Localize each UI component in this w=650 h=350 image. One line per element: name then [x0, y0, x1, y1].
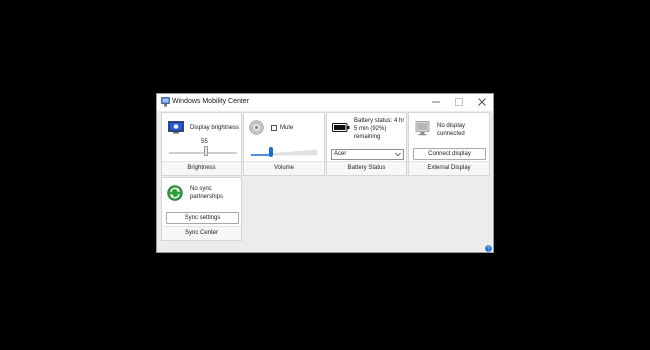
volume-slider-track[interactable] [251, 149, 317, 157]
battery-icon [332, 123, 350, 132]
window-title: Windows Mobility Center [172, 98, 250, 105]
sync-footer: Sync Center [162, 226, 241, 240]
mute-label: Mute [280, 125, 294, 131]
external-display-icon [415, 121, 430, 136]
chevron-down-icon [395, 152, 401, 157]
sync-status-text: No sync partnerships [190, 186, 224, 200]
brightness-footer: Brightness [162, 161, 241, 175]
external-display-tile: No display connected Connect display Ext… [408, 112, 490, 176]
display-footer: External Display [409, 161, 489, 175]
minimize-icon [432, 101, 440, 102]
brightness-value: 55 [201, 139, 208, 145]
power-plan-value: Acer [334, 151, 347, 157]
maximize-button[interactable] [448, 94, 470, 109]
title-bar[interactable]: Windows Mobility Center [157, 94, 493, 111]
brightness-label: Display brightness [190, 125, 240, 131]
sync-settings-button[interactable]: Sync settings [166, 212, 239, 224]
battery-footer: Battery Status [327, 161, 406, 175]
volume-footer: Volume [244, 161, 324, 175]
power-plan-dropdown[interactable]: Acer [331, 149, 404, 160]
brightness-slider-thumb[interactable] [204, 146, 209, 156]
battery-tile: Battery status: 4 hr 5 min (92%) remaini… [326, 112, 407, 176]
sync-center-tile: No sync partnerships Sync settings Sync … [161, 177, 242, 241]
display-brightness-icon [168, 121, 184, 134]
volume-tile: Mute Volume [243, 112, 325, 176]
brightness-tile: Display brightness 55 Brightness [161, 112, 242, 176]
mobility-center-app-icon [161, 97, 170, 107]
mute-checkbox[interactable] [271, 125, 277, 131]
connect-display-button[interactable]: Connect display [413, 148, 486, 160]
battery-status-text: Battery status: 4 hr 5 min (92%) remaini… [354, 118, 405, 140]
sync-icon [167, 185, 183, 201]
help-icon[interactable]: ? [485, 245, 492, 252]
maximize-icon [455, 97, 463, 106]
speaker-icon [249, 120, 264, 135]
svg-text:?: ? [487, 247, 490, 252]
tiles-area: Display brightness 55 Brightness Mute Vo… [157, 111, 493, 252]
brightness-slider-track[interactable] [169, 152, 237, 154]
volume-slider-thumb[interactable] [269, 147, 273, 157]
close-icon [478, 97, 486, 106]
mobility-center-window: Windows Mobility Center Display brightne… [156, 93, 494, 253]
minimize-button[interactable] [425, 94, 447, 109]
display-status-text: No display connected [437, 123, 466, 137]
close-button[interactable] [471, 94, 493, 109]
